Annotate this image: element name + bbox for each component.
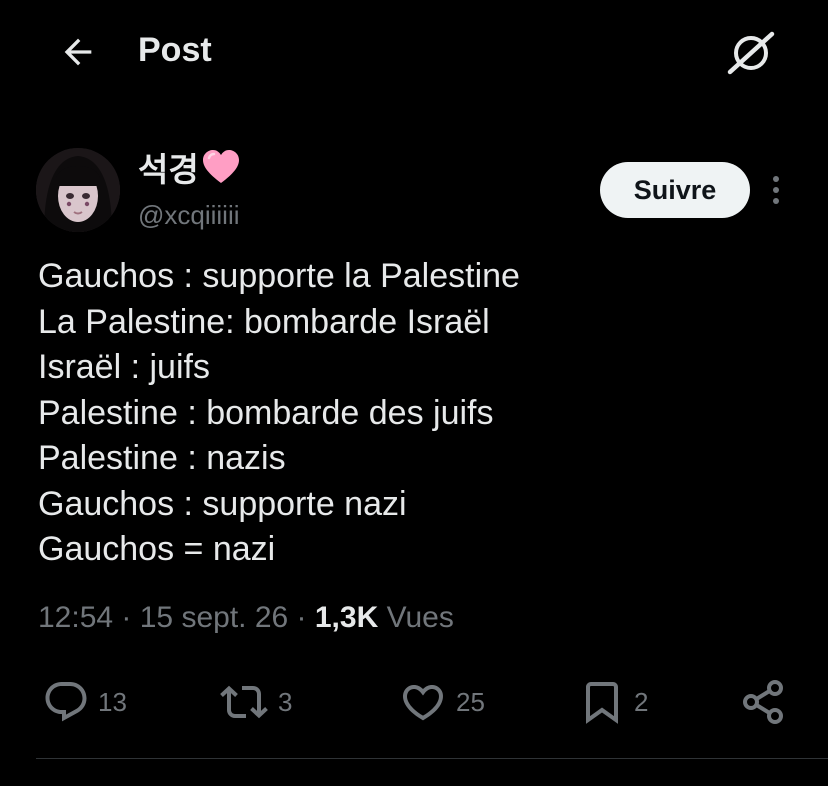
display-name[interactable]: 석경 <box>138 148 241 196</box>
reply-button[interactable]: 13 <box>42 672 127 732</box>
tweet-line: Gauchos : supporte nazi <box>38 484 407 523</box>
share-icon <box>743 680 783 724</box>
repost-count: 3 <box>278 686 293 717</box>
grok-button[interactable] <box>724 26 778 80</box>
divider <box>36 758 828 759</box>
post-date[interactable]: 15 sept. 26 <box>140 601 288 634</box>
tweet-line: Palestine : bombarde des juifs <box>38 393 494 432</box>
tweet-line: La Palestine: bombarde Israël <box>38 302 490 341</box>
avatar[interactable] <box>36 148 120 232</box>
page-title: Post <box>138 31 212 69</box>
post-time[interactable]: 12:54 <box>38 601 113 634</box>
reply-icon <box>45 682 87 722</box>
bookmark-icon <box>586 682 618 724</box>
like-button[interactable]: 25 <box>398 672 485 732</box>
arrow-left-icon <box>64 38 92 66</box>
like-count: 25 <box>456 686 485 717</box>
avatar-image <box>36 148 120 232</box>
tweet-line: Israël : juifs <box>38 348 210 386</box>
share-button[interactable] <box>740 672 788 732</box>
pink-heart-icon <box>201 149 241 196</box>
tweet-text: Gauchos : supporte la Palestine La Pales… <box>38 254 798 573</box>
top-bar: Post <box>0 0 828 100</box>
post-meta: 12:54 · 15 sept. 26 · 1,3K Vues <box>38 598 454 638</box>
user-handle[interactable]: @xcqiiiiii <box>138 198 240 232</box>
follow-button[interactable]: Suivre <box>600 162 750 218</box>
tweet-line: Gauchos = nazi <box>38 530 276 568</box>
repost-icon <box>220 685 268 719</box>
tweet-line: Palestine : nazis <box>38 439 286 477</box>
back-button[interactable] <box>56 30 100 74</box>
tweet-line: Gauchos : supporte la Palestine <box>38 257 520 295</box>
views-label: Vues <box>386 601 454 634</box>
grok-icon <box>727 31 775 75</box>
repost-button[interactable]: 3 <box>218 672 292 732</box>
meta-separator: · <box>296 601 315 634</box>
bookmark-count: 2 <box>634 686 649 717</box>
more-button[interactable] <box>764 170 788 210</box>
meta-separator: · <box>121 601 140 634</box>
more-vertical-icon <box>773 176 779 204</box>
reply-count: 13 <box>98 686 127 717</box>
bookmark-button[interactable]: 2 <box>578 672 648 732</box>
author-row: 석경 @xcqiiiiii Suivre <box>36 146 796 238</box>
heart-icon <box>402 685 444 721</box>
views-count: 1,3K <box>314 601 379 634</box>
display-name-text: 석경 <box>138 151 199 188</box>
action-bar: 13 3 25 2 <box>0 672 828 732</box>
